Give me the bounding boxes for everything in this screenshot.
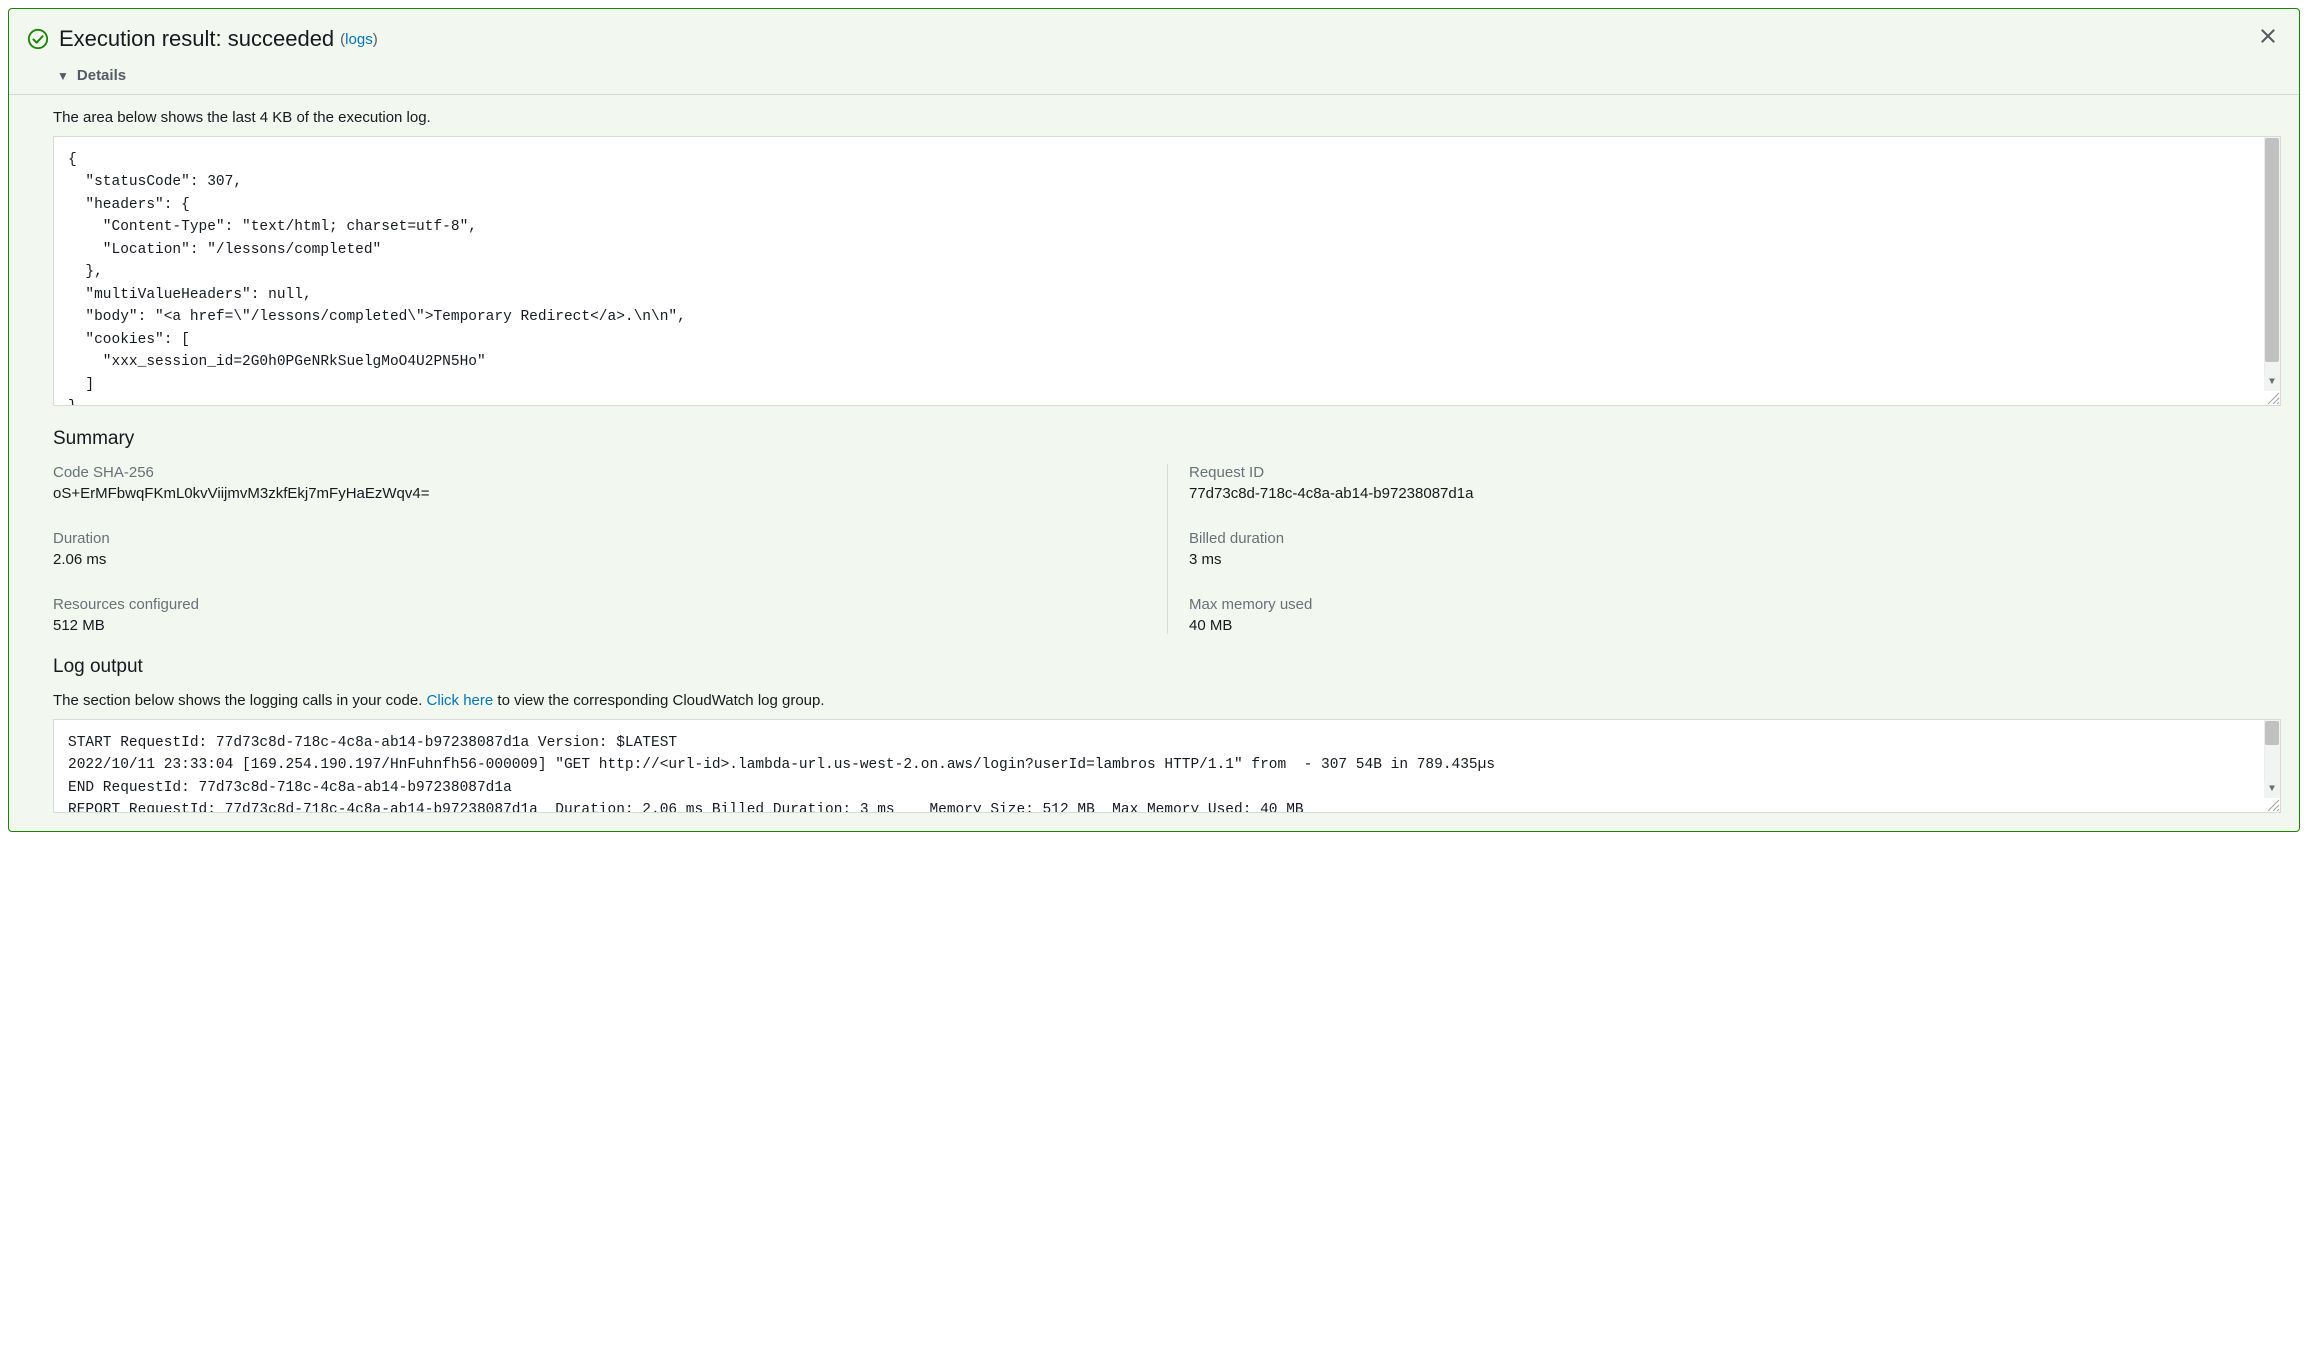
scrollbar-thumb[interactable] xyxy=(2265,721,2279,745)
scrollbar-thumb[interactable] xyxy=(2265,138,2279,362)
panel-title: Execution result: succeeded xyxy=(59,26,334,52)
summary-label: Billed duration xyxy=(1189,530,2281,547)
summary-value: 77d73c8d-718c-4c8a-ab14-b97238087d1a xyxy=(1189,485,2281,502)
summary-label: Resources configured xyxy=(53,596,1127,613)
caret-down-icon: ▼ xyxy=(57,69,69,83)
summary-value: 2.06 ms xyxy=(53,551,1127,568)
summary-request-id: Request ID 77d73c8d-718c-4c8a-ab14-b9723… xyxy=(1167,464,2281,502)
scrollbar-down-arrow[interactable]: ▼ xyxy=(2264,782,2280,798)
summary-label: Duration xyxy=(53,530,1127,547)
execution-log-description: The area below shows the last 4 KB of th… xyxy=(53,109,2281,126)
summary-divider xyxy=(1167,464,1168,634)
summary-value: oS+ErMFbwqFKmL0kvViijmvM3zkfEkj7mFyHaEzW… xyxy=(53,485,1127,502)
resize-handle[interactable] xyxy=(2264,798,2280,812)
panel-header: Execution result: succeeded (logs) xyxy=(9,9,2299,59)
summary-value: 3 ms xyxy=(1189,551,2281,568)
summary-value: 512 MB xyxy=(53,617,1127,634)
log-output-box[interactable]: START RequestId: 77d73c8d-718c-4c8a-ab14… xyxy=(53,719,2281,813)
summary-code-sha: Code SHA-256 oS+ErMFbwqFKmL0kvViijmvM3zk… xyxy=(53,464,1167,502)
click-here-link[interactable]: Click here xyxy=(427,692,494,709)
execution-output-text: { "statusCode": 307, "headers": { "Conte… xyxy=(68,152,686,406)
log-output-heading: Log output xyxy=(53,656,2281,678)
summary-duration: Duration 2.06 ms xyxy=(53,530,1167,568)
summary-label: Code SHA-256 xyxy=(53,464,1127,481)
log-output-text: START RequestId: 77d73c8d-718c-4c8a-ab14… xyxy=(68,735,1495,813)
summary-value: 40 MB xyxy=(1189,617,2281,634)
summary-grid: Code SHA-256 oS+ErMFbwqFKmL0kvViijmvM3zk… xyxy=(53,464,2281,634)
scrollbar-down-arrow[interactable]: ▼ xyxy=(2264,375,2280,391)
execution-result-panel: Execution result: succeeded (logs) ▼ Det… xyxy=(8,8,2300,832)
close-button[interactable] xyxy=(2255,23,2281,55)
log-desc-suffix: to view the corresponding CloudWatch log… xyxy=(493,692,824,709)
summary-resources: Resources configured 512 MB xyxy=(53,596,1167,634)
details-toggle[interactable]: ▼ Details xyxy=(9,59,2299,95)
execution-output-box[interactable]: { "statusCode": 307, "headers": { "Conte… xyxy=(53,136,2281,406)
scrollbar-track[interactable] xyxy=(2264,137,2280,391)
summary-label: Max memory used xyxy=(1189,596,2281,613)
resize-handle[interactable] xyxy=(2264,391,2280,405)
summary-heading: Summary xyxy=(53,428,2281,450)
summary-max-memory: Max memory used 40 MB xyxy=(1167,596,2281,634)
logs-link[interactable]: logs xyxy=(345,31,373,48)
summary-billed-duration: Billed duration 3 ms xyxy=(1167,530,2281,568)
details-label: Details xyxy=(77,67,126,84)
success-icon xyxy=(27,28,49,50)
panel-content: The area below shows the last 4 KB of th… xyxy=(9,95,2299,831)
summary-label: Request ID xyxy=(1189,464,2281,481)
log-output-description: The section below shows the logging call… xyxy=(53,692,2281,709)
logs-link-wrapper: (logs) xyxy=(340,31,378,48)
log-desc-prefix: The section below shows the logging call… xyxy=(53,692,427,709)
